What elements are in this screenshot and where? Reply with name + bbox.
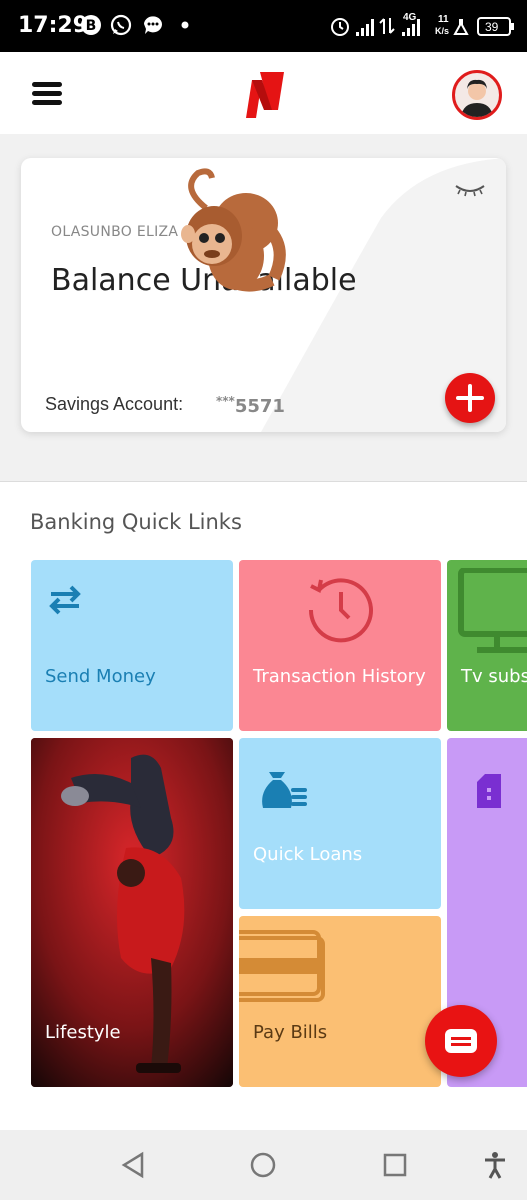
account-mask: *** <box>216 394 235 408</box>
pay-bills-tile[interactable]: Pay Bills <box>239 916 441 1087</box>
pay-bills-label: Pay Bills <box>253 1022 328 1043</box>
tv-subscription-tile[interactable]: Tv subs <box>447 560 527 731</box>
balance-area: OLASUNBO ELIZA Balance Unavailable Savin… <box>0 134 527 482</box>
account-last4: 5571 <box>234 396 285 417</box>
svg-text:B: B <box>86 18 97 34</box>
signal-icon <box>356 19 374 36</box>
eye-closed-icon[interactable] <box>454 180 486 200</box>
triangle-back-icon[interactable] <box>118 1150 148 1180</box>
add-button[interactable] <box>445 373 495 423</box>
network-type: 4G <box>403 12 417 23</box>
circle-home-icon[interactable] <box>248 1150 278 1180</box>
chat-icon <box>445 1029 477 1053</box>
battery-level: 39 <box>485 20 499 34</box>
quick-loans-tile[interactable]: Quick Loans <box>239 738 441 909</box>
accessibility-icon[interactable] <box>480 1150 510 1180</box>
send-money-label: Send Money <box>45 666 156 687</box>
quick-loans-label: Quick Loans <box>253 844 363 865</box>
status-time: 17:29 <box>18 13 89 38</box>
hamburger-icon[interactable] <box>32 82 62 106</box>
whatsapp-icon <box>110 14 132 36</box>
money-bag-icon <box>262 772 307 808</box>
lifestyle-tile[interactable]: Lifestyle <box>31 738 233 1087</box>
notification-dot-icon <box>181 21 189 29</box>
speed-value: 11 <box>438 14 449 25</box>
transaction-history-tile[interactable]: Transaction History <box>239 560 441 731</box>
account-number: ***5571 <box>216 394 285 417</box>
card-icon <box>239 930 325 1002</box>
history-clock-icon <box>308 578 373 643</box>
app-header <box>0 52 527 134</box>
quick-links-title: Banking Quick Links <box>30 510 242 534</box>
bank-logo-icon[interactable] <box>242 70 286 120</box>
system-nav-bar <box>0 1130 527 1200</box>
user-avatar-icon[interactable] <box>452 70 502 120</box>
b-app-icon: B <box>81 15 101 35</box>
speed-unit: K/s <box>435 26 450 36</box>
transaction-history-label: Transaction History <box>253 666 426 687</box>
chat-button[interactable] <box>425 1005 497 1077</box>
lifestyle-label: Lifestyle <box>45 1022 121 1043</box>
message-icon <box>144 16 162 34</box>
sim-card-icon <box>477 774 501 808</box>
square-recents-icon[interactable] <box>380 1150 410 1180</box>
tv-icon <box>458 568 527 653</box>
transfer-arrows-icon <box>49 585 81 615</box>
status-bar: 17:29 B 4G 11 K/s 39 <box>0 0 527 52</box>
alarm-icon <box>331 18 349 36</box>
flask-icon <box>453 19 469 35</box>
tv-label: Tv subs <box>461 666 527 687</box>
monkey-sticker <box>181 168 286 292</box>
account-type-label: Savings Account: <box>45 394 184 414</box>
send-money-tile[interactable]: Send Money <box>31 560 233 731</box>
account-name: OLASUNBO ELIZA <box>51 224 179 240</box>
data-arrows-icon <box>379 18 395 34</box>
plus-icon <box>456 384 484 412</box>
